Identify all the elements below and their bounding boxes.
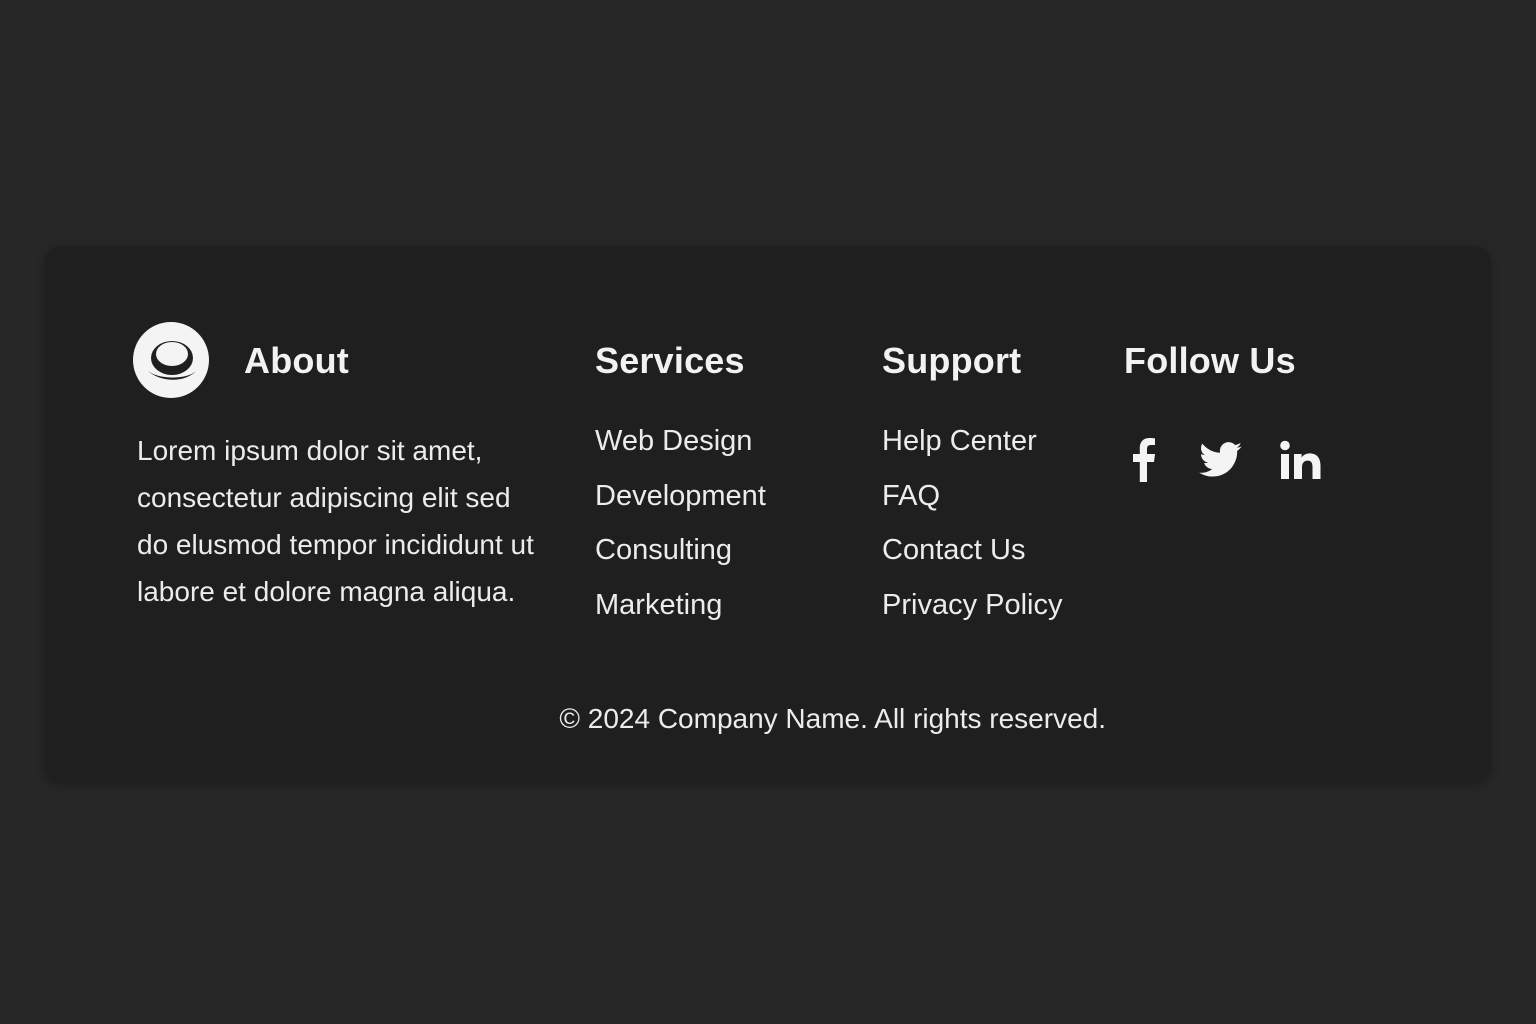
support-list: Help Center FAQ Contact Us Privacy Polic…	[882, 414, 1063, 632]
about-heading: About	[244, 340, 349, 381]
about-description: Lorem ipsum dolor sit amet, consectetur …	[137, 435, 534, 607]
company-logo-icon[interactable]	[133, 322, 209, 398]
support-link-privacy-policy[interactable]: Privacy Policy	[882, 578, 1063, 633]
support-link-help-center[interactable]: Help Center	[882, 414, 1063, 469]
support-heading: Support	[882, 340, 1022, 381]
services-link-web-design[interactable]: Web Design	[595, 414, 766, 469]
services-heading: Services	[595, 340, 745, 381]
support-link-faq[interactable]: FAQ	[882, 469, 1063, 524]
linkedin-icon[interactable]	[1278, 437, 1324, 483]
services-link-development[interactable]: Development	[595, 469, 766, 524]
twitter-icon[interactable]	[1198, 437, 1244, 483]
copyright-label: © 2024 Company Name. All rights reserved…	[559, 703, 1106, 734]
services-link-consulting[interactable]: Consulting	[595, 523, 766, 578]
support-link-contact-us[interactable]: Contact Us	[882, 523, 1063, 578]
follow-us-heading: Follow Us	[1124, 340, 1296, 381]
facebook-icon[interactable]	[1120, 437, 1166, 483]
footer: About Lorem ipsum dolor sit amet, consec…	[44, 247, 1491, 783]
copyright-text: © 2024 Company Name. All rights reserved…	[44, 703, 1106, 735]
services-link-marketing[interactable]: Marketing	[595, 578, 766, 633]
services-list: Web Design Development Consulting Market…	[595, 414, 766, 632]
